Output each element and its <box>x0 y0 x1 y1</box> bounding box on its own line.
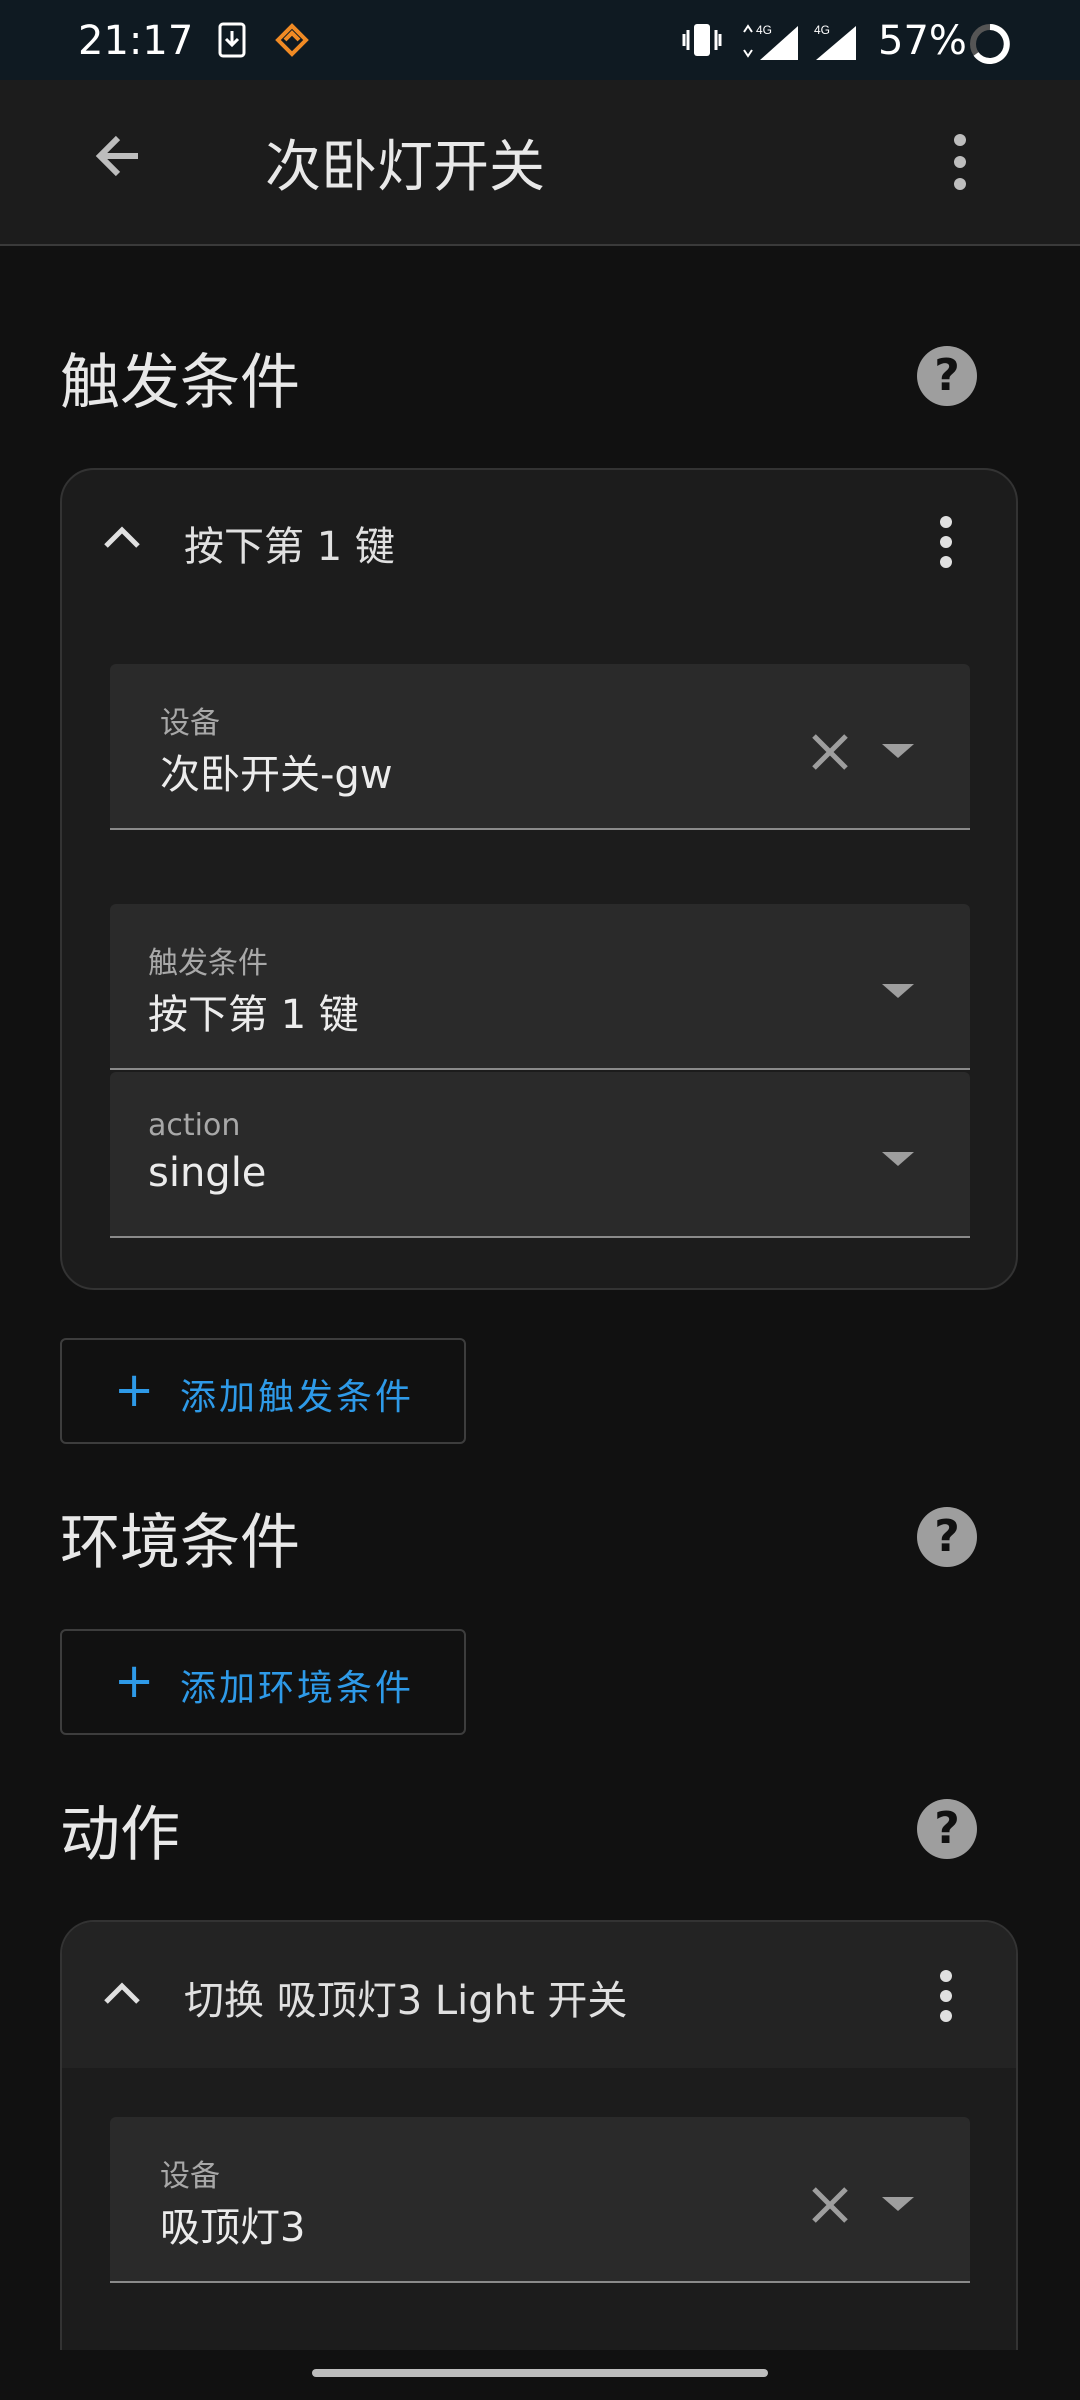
actions-help-icon[interactable]: ? <box>917 1799 977 1859</box>
dropdown-caret-icon[interactable] <box>882 2197 914 2211</box>
clear-icon[interactable] <box>810 2185 850 2229</box>
device-select-field[interactable]: 设备 次卧开关-gw <box>110 664 970 830</box>
trigger-field-value: 按下第 1 键 <box>148 992 359 1038</box>
action-device-field-value: 吸顶灯3 <box>160 2205 306 2251</box>
triggers-section-title: 触发条件 <box>60 348 300 418</box>
dropdown-caret-icon[interactable] <box>882 744 914 758</box>
battery-ring-icon <box>968 22 1012 70</box>
overflow-menu-icon[interactable] <box>940 130 980 198</box>
action-device-field-label: 设备 <box>160 2159 220 2194</box>
add-condition-button[interactable]: + 添加环境条件 <box>60 1629 466 1735</box>
signal-4g-label: 4G <box>756 23 772 37</box>
trigger-card-menu-icon[interactable] <box>926 514 966 574</box>
conditions-help-icon[interactable]: ? <box>917 1507 977 1567</box>
trigger-field-label: 触发条件 <box>148 946 268 981</box>
signal-4g-label-2: 4G <box>814 23 830 37</box>
add-condition-label: 添加环境条件 <box>180 1668 415 1709</box>
actions-section-title: 动作 <box>60 1800 180 1870</box>
trigger-type-select-field[interactable]: 触发条件 按下第 1 键 <box>110 904 970 1070</box>
signal-4g-icon: 4G <box>740 22 800 66</box>
action-card-header[interactable]: 切换 吸顶灯3 Light 开关 <box>184 1968 627 2026</box>
page-title: 次卧灯开关 <box>265 135 545 200</box>
collapse-chevron-icon[interactable] <box>100 516 144 564</box>
plus-icon: + <box>114 1653 155 1709</box>
action-field-label: action <box>148 1108 241 1143</box>
add-trigger-button[interactable]: + 添加触发条件 <box>60 1338 466 1444</box>
home-gesture-bar[interactable] <box>312 2369 768 2377</box>
dropdown-caret-icon[interactable] <box>882 984 914 998</box>
conditions-section-title: 环境条件 <box>60 1508 300 1578</box>
device-field-value: 次卧开关-gw <box>160 752 393 798</box>
app-notification-icon <box>274 22 310 62</box>
back-arrow-icon[interactable] <box>90 128 146 188</box>
collapse-chevron-icon[interactable] <box>100 1972 144 2020</box>
vibrate-icon <box>682 22 722 62</box>
plus-icon: + <box>114 1362 155 1418</box>
download-icon <box>218 22 246 62</box>
triggers-help-icon[interactable]: ? <box>917 346 977 406</box>
add-trigger-label: 添加触发条件 <box>180 1377 415 1418</box>
clear-icon[interactable] <box>810 732 850 776</box>
action-field-value: single <box>148 1150 267 1196</box>
dropdown-caret-icon[interactable] <box>882 1152 914 1166</box>
trigger-card-header[interactable]: 按下第 1 键 <box>184 514 395 572</box>
action-device-select-field[interactable]: 设备 吸顶灯3 <box>110 2117 970 2283</box>
action-select-field[interactable]: action single <box>110 1072 970 1238</box>
signal-4g-icon-2: 4G <box>810 22 860 66</box>
action-card-menu-icon[interactable] <box>926 1968 966 2028</box>
status-time: 21:17 <box>78 18 194 64</box>
battery-percent: 57% <box>878 18 967 64</box>
device-field-label: 设备 <box>160 706 220 741</box>
